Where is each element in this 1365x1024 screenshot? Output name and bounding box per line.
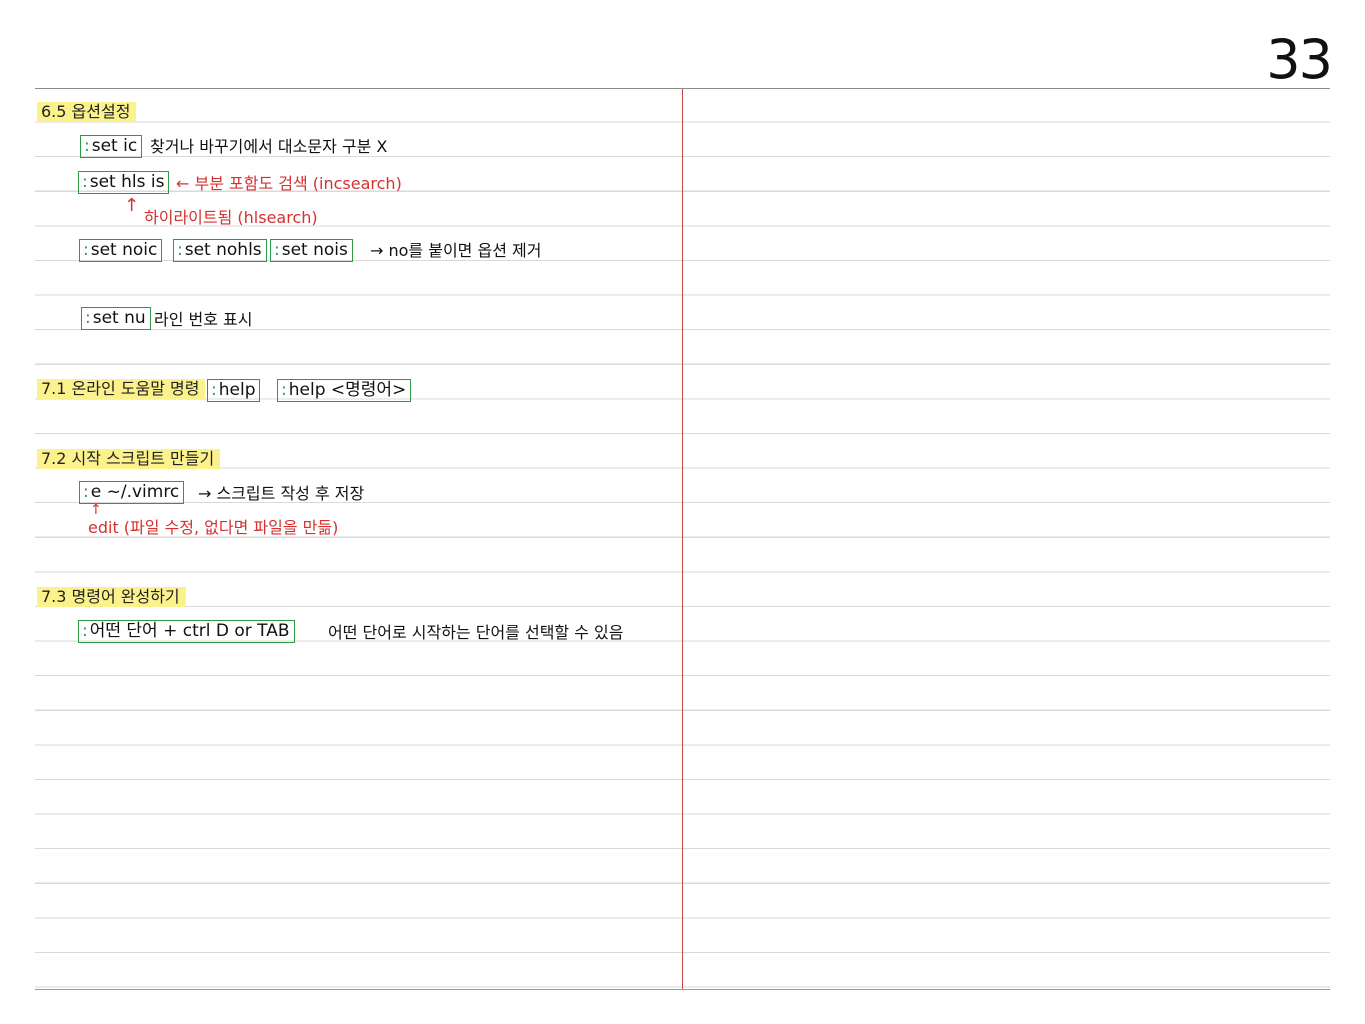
cmd-set-nu: : set nu <box>81 307 151 330</box>
note-edit: edit (파일 수정, 없다면 파일을 만듦) <box>88 518 339 537</box>
up-arrow-icon: ↑ <box>124 195 140 216</box>
cmd-help-command: : help <명령어> <box>277 379 412 402</box>
cmd-set-nohls: : set nohls <box>173 239 267 262</box>
bottom-rule <box>35 989 1330 990</box>
cmd-set-ic: : set ic <box>80 135 143 158</box>
cmd-set-nois: : set nois <box>270 239 353 262</box>
up-arrow-icon: ↑ <box>90 502 102 518</box>
desc-vimrc: → 스크립트 작성 후 저장 <box>198 484 365 503</box>
desc-set-nu: 라인 번호 표시 <box>154 310 253 329</box>
section-heading-7-2: 7.2 시작 스크립트 만들기 <box>37 449 221 469</box>
desc-complete: 어떤 단어로 시작하는 단어를 선택할 수 있음 <box>328 623 624 642</box>
note-incsearch: ← 부분 포함도 검색 (incsearch) <box>176 174 402 193</box>
page-number: 33 <box>1266 28 1333 91</box>
cmd-complete: : 어떤 단어 + ctrl D or TAB <box>78 620 295 643</box>
desc-no-prefix: → no를 붙이면 옵션 제거 <box>370 241 542 260</box>
section-heading-7-3: 7.3 명령어 완성하기 <box>37 587 186 607</box>
desc-set-ic: 찾거나 바꾸기에서 대소문자 구분 X <box>150 137 388 156</box>
section-heading-7-1: 7.1 온라인 도움말 명령 <box>37 379 206 399</box>
section-heading-6-5: 6.5 옵션설정 <box>37 102 137 122</box>
cmd-set-noic: : set noic <box>79 239 163 262</box>
note-hlsearch: 하이라이트됨 (hlsearch) <box>144 208 318 227</box>
margin-line <box>682 89 683 989</box>
cmd-help: : help <box>207 379 261 402</box>
cmd-set-hls-is: : set hls is <box>78 171 170 194</box>
